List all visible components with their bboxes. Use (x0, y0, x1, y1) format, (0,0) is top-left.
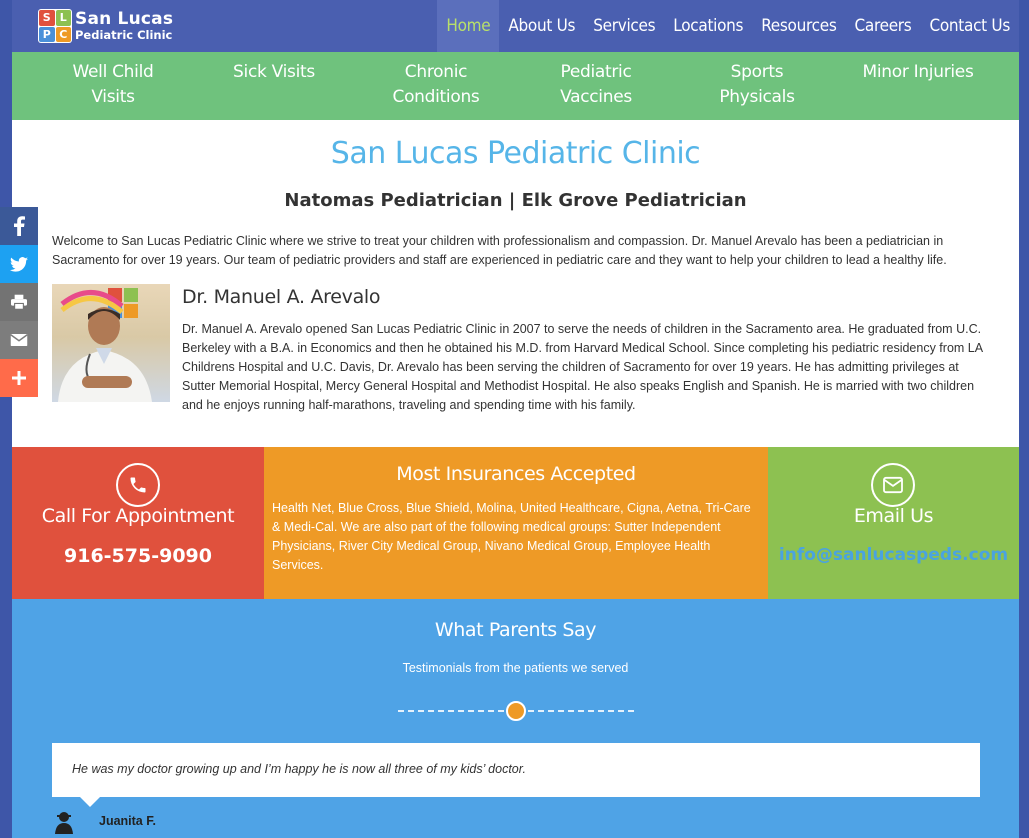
service-label: Minor Injuries (862, 62, 974, 82)
service-label: Chronic (404, 62, 468, 82)
testimonials-subheading: Testimonials from the patients we served (402, 661, 629, 675)
doctor-portrait-image (58, 288, 152, 402)
logo-mark: S L P C (38, 9, 72, 43)
logo-text: San Lucas Pediatric Clinic (75, 8, 174, 42)
facebook-icon (14, 216, 25, 236)
logo-line2: Pediatric Clinic (75, 27, 173, 42)
service-well-child-visits[interactable]: Well Child Visits (52, 60, 174, 110)
print-button[interactable] (0, 283, 38, 321)
nav-services[interactable]: Services (584, 0, 664, 52)
page-subtitle: Natomas Pediatrician | Elk Grove Pediatr… (284, 190, 747, 211)
service-label: Sports Physicals (719, 62, 795, 107)
reviewer-name: Juanita F. (99, 814, 156, 828)
share-sidebar (0, 207, 38, 397)
logo-letter-s: S (39, 10, 55, 26)
nav-resources[interactable]: Resources (752, 0, 845, 52)
twitter-icon (10, 256, 28, 272)
email-box: Email Us info@sanlucaspeds.com (768, 447, 1019, 599)
logo-line1: San Lucas (75, 8, 174, 29)
service-label: Well Child Visits (72, 62, 154, 107)
nav-contact-us[interactable]: Contact Us (920, 0, 1019, 52)
logo-letter-l: L (55, 10, 71, 26)
testimonials-section: What Parents Say Testimonials from the p… (12, 599, 1019, 838)
email-icon (10, 334, 28, 346)
doctor-bio: Dr. Manuel A. Arevalo opened San Lucas P… (182, 322, 983, 412)
phone-icon[interactable] (116, 463, 160, 507)
nav-careers[interactable]: Careers (846, 0, 921, 52)
service-chronic-conditions[interactable]: Chronic Conditions (382, 60, 490, 110)
print-icon (11, 294, 27, 310)
page: S L P C San Lucas Pediatric Clinic Home … (12, 0, 1019, 838)
nav-about-us[interactable]: About Us (499, 0, 584, 52)
user-avatar-icon (55, 812, 73, 834)
more-share-button[interactable] (0, 359, 38, 397)
services-bar: Well Child Visits Sick Visits Chronic Co… (12, 52, 1019, 120)
main-nav: Home About Us Services Locations Resourc… (437, 0, 1019, 52)
service-sick-visits[interactable]: Sick Visits (224, 60, 324, 85)
doctor-name: Dr. Manuel A. Arevalo (182, 286, 381, 308)
nav-locations[interactable]: Locations (664, 0, 752, 52)
service-sports-physicals[interactable]: Sports Physicals (692, 60, 822, 110)
service-minor-injuries[interactable]: Minor Injuries (858, 60, 978, 85)
service-label-line2: Conditions (392, 87, 480, 107)
site-header: S L P C San Lucas Pediatric Clinic Home … (12, 0, 1019, 52)
service-pediatric-vaccines[interactable]: Pediatric Vaccines (548, 60, 644, 110)
envelope-icon[interactable] (871, 463, 915, 507)
call-box: Call For Appointment 916-575-9090 (12, 447, 264, 599)
facebook-share-button[interactable] (0, 207, 38, 245)
email-share-button[interactable] (0, 321, 38, 359)
email-link[interactable]: info@sanlucaspeds.com (768, 545, 1019, 565)
email-heading: Email Us (853, 505, 934, 527)
page-title: San Lucas Pediatric Clinic (330, 136, 701, 171)
intro-text: Welcome to San Lucas Pediatric Clinic wh… (52, 234, 947, 267)
service-label: Pediatric (560, 62, 632, 82)
call-heading: Call For Appointment (41, 505, 235, 527)
insurance-heading: Most Insurances Accepted (396, 463, 636, 485)
service-label: Sick Visits (233, 62, 315, 82)
nav-home[interactable]: Home (437, 0, 500, 52)
testimonial-card: He was my doctor growing up and I’m happ… (52, 743, 980, 807)
testimonial-quote: He was my doctor growing up and I’m happ… (72, 762, 526, 776)
twitter-share-button[interactable] (0, 245, 38, 283)
divider-badge-icon (506, 701, 526, 721)
insurance-text: Health Net, Blue Cross, Blue Shield, Mol… (272, 501, 751, 572)
insurance-box: Most Insurances Accepted Health Net, Blu… (264, 447, 768, 599)
plus-icon (12, 371, 26, 385)
testimonials-heading: What Parents Say (434, 619, 597, 641)
logo-letter-c: C (55, 26, 71, 42)
doctor-photo (52, 284, 170, 402)
service-label-line2: Vaccines (560, 87, 632, 107)
phone-number-link[interactable]: 916-575-9090 (12, 545, 264, 567)
logo[interactable]: S L P C San Lucas Pediatric Clinic (38, 9, 173, 43)
logo-letter-p: P (39, 26, 55, 42)
